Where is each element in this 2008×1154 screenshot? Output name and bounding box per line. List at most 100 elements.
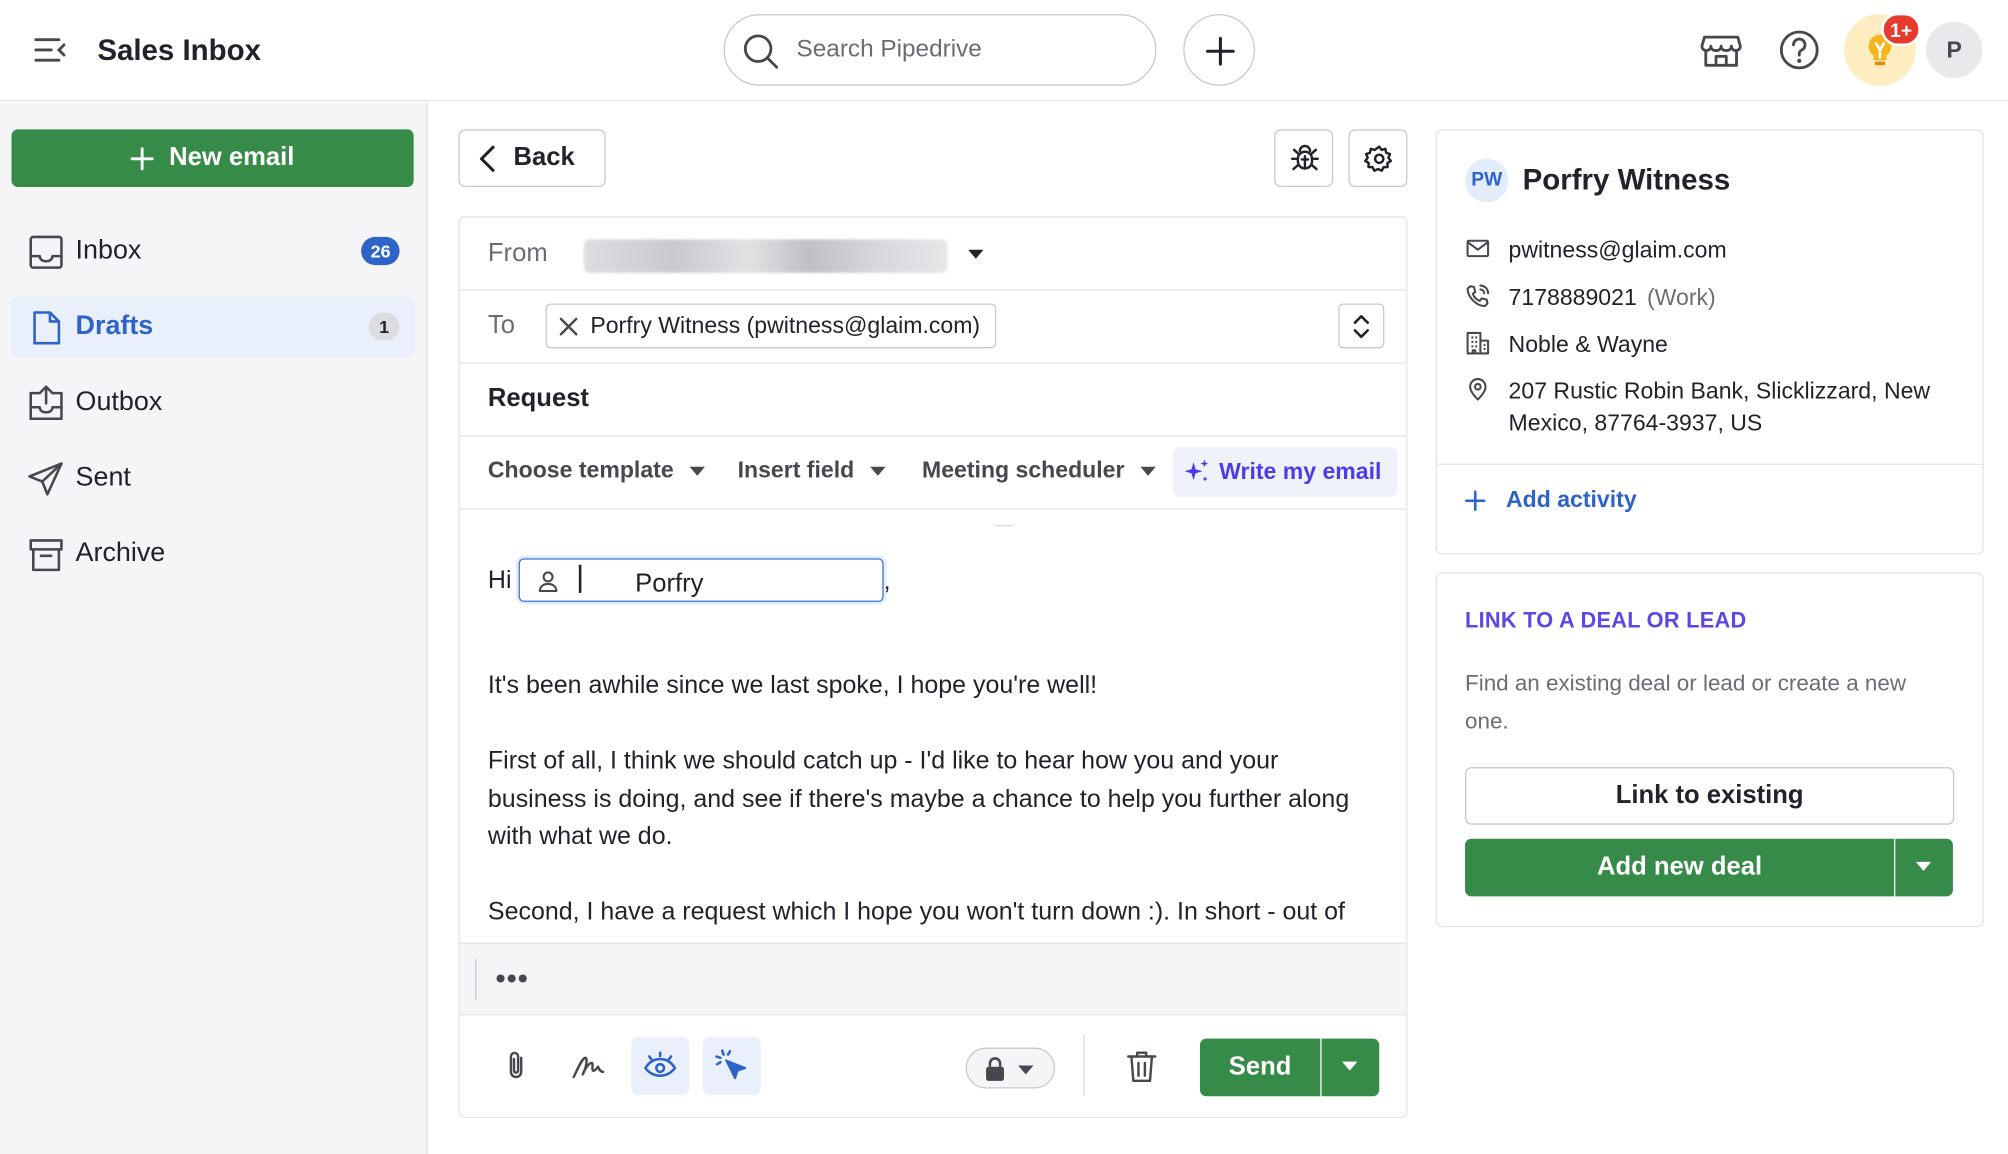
from-address-redacted[interactable] <box>583 239 948 273</box>
signature-button[interactable] <box>560 1037 618 1095</box>
menu-collapse-icon[interactable] <box>31 31 77 72</box>
from-row: From <box>459 218 1407 291</box>
draft-count-badge: 1 <box>368 312 400 341</box>
contact-email[interactable]: pwitness@glaim.com <box>1509 234 1727 266</box>
chevron-up-down-icon <box>1353 315 1369 339</box>
back-label: Back <box>513 143 575 172</box>
choose-template-label: Choose template <box>487 457 674 483</box>
recipient-chip[interactable]: Porfry Witness (pwitness@glaim.com) <box>545 303 997 349</box>
lock-icon <box>986 1057 1034 1081</box>
add-new-deal-button[interactable]: Add new deal <box>1465 838 1895 897</box>
add-activity-button[interactable]: Add activity <box>1465 487 1637 514</box>
sidebar-item-outbox[interactable]: Outbox <box>10 371 415 432</box>
to-label: To <box>487 311 515 340</box>
marketplace-icon[interactable] <box>1697 26 1746 75</box>
track-clicks-button[interactable] <box>703 1037 761 1095</box>
close-icon[interactable] <box>557 314 580 337</box>
page-title: Sales Inbox <box>97 33 262 67</box>
visibility-dropdown[interactable] <box>965 1047 1056 1089</box>
contact-phone-row: 7178889021 (Work) <box>1465 282 1716 314</box>
help-icon[interactable] <box>1775 26 1824 75</box>
contact-organization[interactable]: Noble & Wayne <box>1509 329 1668 361</box>
chevron-left-icon <box>479 145 495 172</box>
send-options-button[interactable] <box>1321 1038 1380 1097</box>
settings-button[interactable] <box>1348 129 1408 187</box>
contact-address-row: 207 Rustic Robin Bank, Slicklizzard, New… <box>1465 375 1964 439</box>
contact-name[interactable]: Porfry Witness <box>1523 163 1731 198</box>
discard-draft-button[interactable] <box>1113 1037 1171 1095</box>
write-my-email-button[interactable]: Write my email <box>1173 446 1397 497</box>
sidebar-item-label: Outbox <box>75 386 163 417</box>
attach-button[interactable] <box>488 1037 546 1095</box>
sidebar-item-sent[interactable]: Sent <box>10 447 415 508</box>
search-icon <box>740 31 781 72</box>
email-composer: From To Porfry Witness (pwitness@glaim.c… <box>458 216 1408 1118</box>
new-email-label: New email <box>169 143 295 172</box>
cursor-click-icon <box>715 1049 747 1080</box>
contact-org-row: Noble & Wayne <box>1465 329 1668 361</box>
location-pin-icon <box>1469 378 1487 401</box>
subject-row[interactable]: Request <box>459 364 1407 437</box>
sidebar-item-label: Sent <box>75 462 131 492</box>
expand-recipients-button[interactable] <box>1338 303 1385 349</box>
back-button[interactable]: Back <box>458 129 606 187</box>
bug-icon <box>1290 144 1319 171</box>
sidebar-item-label: Drafts <box>75 311 154 341</box>
outbox-icon <box>27 384 65 422</box>
search-bar[interactable] <box>723 14 1157 86</box>
sidebar-item-archive[interactable]: Archive <box>10 522 415 583</box>
plus-icon <box>130 146 154 170</box>
top-bar: Sales Inbox 1+ P <box>0 0 2008 102</box>
recipient-name-field[interactable]: Porfry <box>518 558 884 602</box>
new-email-button[interactable]: New email <box>11 129 414 187</box>
greeting-comma: , <box>883 567 891 596</box>
quick-add-button[interactable] <box>1183 14 1255 86</box>
sidebar-item-drafts[interactable]: Drafts 1 <box>10 295 415 358</box>
plus-icon <box>1465 489 1486 511</box>
caret-down-icon[interactable] <box>967 248 985 260</box>
gear-icon <box>1364 145 1393 172</box>
recipient-label: Porfry Witness (pwitness@glaim.com) <box>590 312 981 339</box>
sidebar-item-inbox[interactable]: Inbox 26 <box>10 220 415 281</box>
meeting-scheduler-label: Meeting scheduler <box>922 457 1125 483</box>
caret-down-icon <box>870 466 886 476</box>
write-my-email-label: Write my email <box>1219 458 1382 485</box>
caret-down-icon <box>1140 466 1156 476</box>
search-input[interactable] <box>796 30 1130 70</box>
sidebar-item-label: Archive <box>75 537 166 568</box>
insert-field-dropdown[interactable]: Insert field <box>738 457 887 484</box>
body-paragraph[interactable]: First of all, I think we should catch up… <box>488 743 1372 856</box>
archive-icon <box>27 535 65 573</box>
add-activity-label: Add activity <box>1506 486 1637 513</box>
unread-count-badge: 26 <box>361 236 400 266</box>
contact-phone-type: (Work) <box>1647 284 1716 310</box>
avatar[interactable]: P <box>1926 21 1983 79</box>
send-button[interactable]: Send <box>1199 1038 1321 1097</box>
more-options-icon[interactable]: ••• <box>496 962 529 995</box>
plus-icon <box>1206 36 1235 66</box>
divider <box>475 959 477 1001</box>
recipient-name-value[interactable]: Porfry <box>578 564 703 598</box>
divider <box>1083 1034 1085 1097</box>
link-deal-card: LINK TO A DEAL OR LEAD Find an existing … <box>1435 572 1984 928</box>
add-deal-options-button[interactable] <box>1895 838 1953 897</box>
notification-badge: 1+ <box>1881 12 1922 47</box>
eye-tracking-icon <box>643 1051 677 1077</box>
contact-address[interactable]: 207 Rustic Robin Bank, Slicklizzard, New… <box>1509 375 1965 439</box>
choose-template-dropdown[interactable]: Choose template <box>488 457 706 484</box>
track-opens-button[interactable] <box>631 1037 689 1095</box>
contact-phone[interactable]: 7178889021 <box>1509 282 1637 314</box>
body-paragraph[interactable]: It's been awhile since we last spoke, I … <box>488 667 1372 705</box>
body-paragraph[interactable]: Second, I have a request which I hope yo… <box>488 894 1372 932</box>
meeting-scheduler-dropdown[interactable]: Meeting scheduler <box>922 457 1156 484</box>
link-to-existing-button[interactable]: Link to existing <box>1465 767 1955 825</box>
sparkle-icon <box>1184 459 1209 481</box>
report-bug-button[interactable] <box>1274 129 1334 187</box>
subject-field[interactable]: Request <box>488 384 589 413</box>
resize-grip <box>995 525 1013 527</box>
formatting-bar: ••• <box>459 942 1407 1016</box>
signature-icon <box>572 1056 605 1079</box>
paperclip-icon <box>509 1051 523 1079</box>
link-deal-title: LINK TO A DEAL OR LEAD <box>1465 608 1747 633</box>
mail-icon <box>1466 239 1490 258</box>
